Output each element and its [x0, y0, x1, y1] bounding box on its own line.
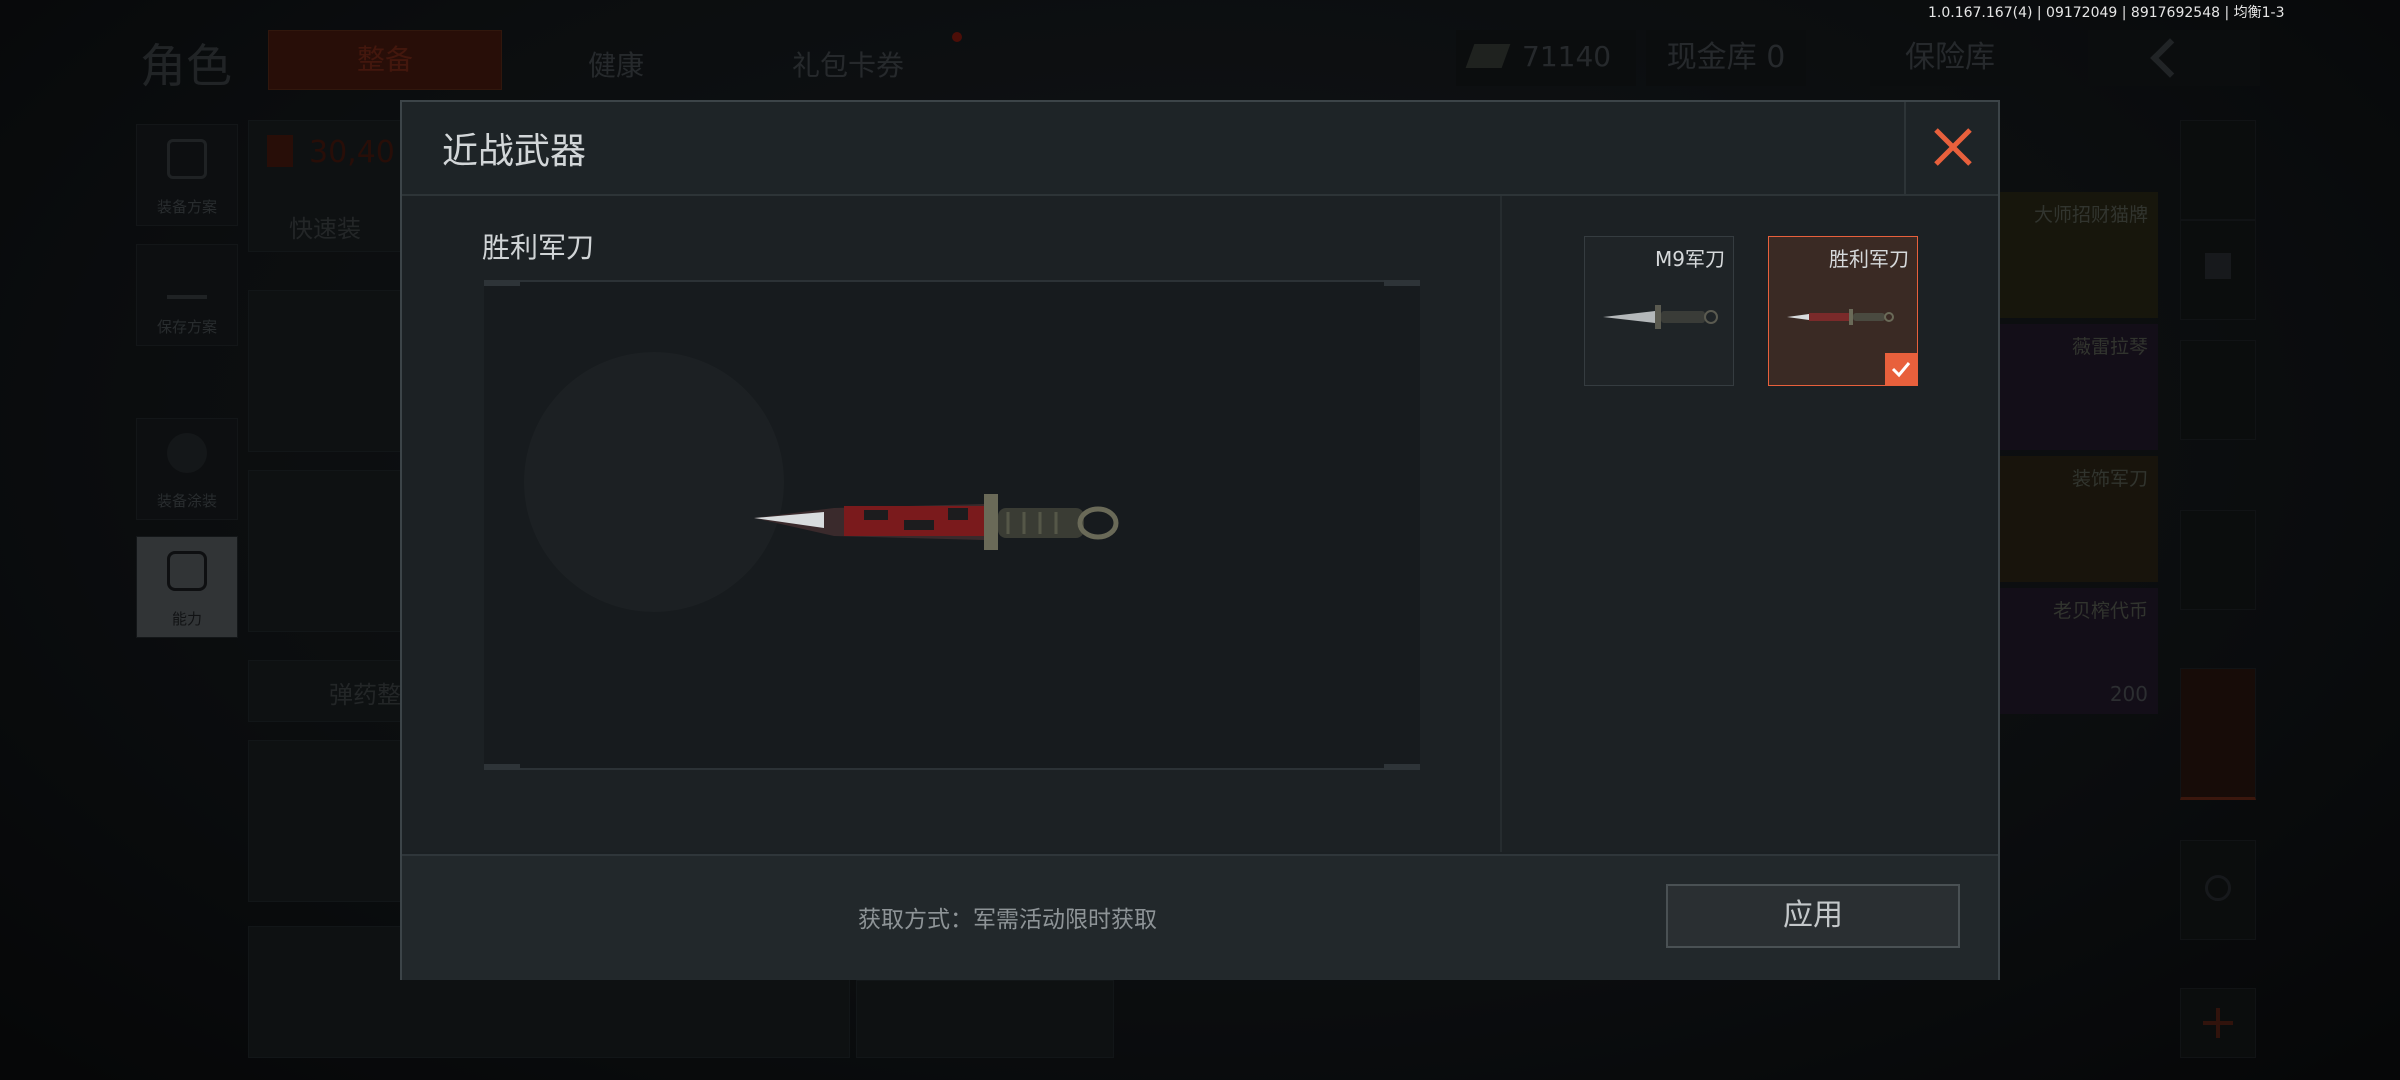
close-button[interactable] — [1904, 102, 1998, 194]
weapon-card-m9[interactable]: M9军刀 — [1584, 236, 1734, 386]
knife-image — [524, 352, 1119, 612]
selected-item-name: 胜利军刀 — [482, 231, 595, 264]
dialog-header: 近战武器 — [402, 102, 1998, 196]
acquire-method: 获取方式：军需活动限时获取 — [858, 907, 1157, 933]
selected-check-badge — [1885, 353, 1917, 385]
close-icon — [1934, 128, 1972, 166]
weapon-card-name: 胜利军刀 — [1829, 247, 1909, 271]
weapon-preview[interactable] — [484, 280, 1420, 770]
detail-panel: 胜利军刀 — [402, 196, 1502, 852]
apply-button[interactable]: 应用 — [1666, 884, 1960, 948]
weapon-card-victory[interactable]: 胜利军刀 — [1768, 236, 1918, 386]
weapon-card-name: M9军刀 — [1655, 247, 1725, 271]
knife-thumbnail — [1787, 309, 1894, 325]
dialog-title: 近战武器 — [442, 131, 587, 172]
weapon-list: M9军刀 胜利军刀 — [1502, 196, 1998, 852]
dialog-footer: 获取方式：军需活动限时获取 应用 — [402, 854, 1998, 980]
version-label: 1.0.167.167(4) | 09172049 | 8917692548 |… — [1928, 5, 2285, 21]
check-icon — [1891, 362, 1911, 378]
melee-weapon-dialog: 近战武器 胜利军刀 M9军刀 胜利军刀 获取方式：军需活动限时获取 应用 — [400, 100, 2000, 980]
knife-thumbnail — [1603, 305, 1718, 329]
apply-label: 应用 — [1783, 898, 1843, 933]
